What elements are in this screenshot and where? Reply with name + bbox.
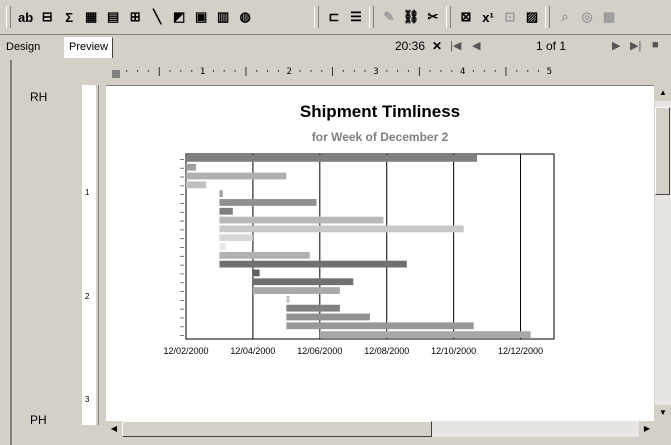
x-tick-label: 12/08/2000 [364,346,409,356]
report-title: Shipment Timliness [299,102,461,121]
tab-design[interactable]: Design [2,38,44,56]
toolbox-group: ab ⊟ Σ ▦ ▤ ⊞ ╲ ◩ ▣ ▥ ◍ [4,4,256,30]
last-page-icon[interactable]: ▶| [630,39,641,52]
scroll-left-icon[interactable]: ◀ [106,421,122,437]
time-readout: 20:36 [395,39,426,53]
gantt-bar [252,287,340,294]
list-box-icon[interactable]: ⊟ [37,7,57,27]
gantt-bar [219,199,317,206]
vertical-ruler: 1 2 3 [82,85,96,425]
gantt-bar [252,269,260,277]
x-tick-label: 12/10/2000 [431,346,476,356]
prev-page-icon[interactable]: ◀ [472,39,480,52]
vruler-label: 2 [85,292,90,301]
ruler-marks: · · · | · · · 1 · · · | · · · 2 · · · | … [124,67,553,77]
vruler-label: 3 [85,395,90,404]
search-icon[interactable]: ◎ [577,7,597,27]
link-icon[interactable]: ⛓ [401,7,421,27]
field-icon[interactable]: x¹ [478,7,498,27]
gantt-bar [286,313,370,321]
band-labels: RH PH [14,85,78,430]
toolbar-grip[interactable] [314,6,319,28]
gantt-bar [219,243,227,250]
gantt-bar [286,304,340,312]
gantt-bar [219,190,223,198]
toolbar-separator [369,6,374,28]
gantt-bar [219,216,384,224]
toolbar-separator [446,6,451,28]
gantt-bar [252,278,354,286]
gantt-chart: 12/02/2000 12/04/2000 12/06/2000 12/08/2000… [163,153,555,356]
gantt-bar [319,331,531,338]
gantt-bar [219,225,464,233]
gantt-bar [219,234,253,242]
scroll-down-icon[interactable]: ▼ [655,405,671,421]
stop-icon[interactable]: ✕ [432,39,442,53]
gantt-bar [286,322,474,330]
gantt-bar [186,155,478,162]
layout-icon[interactable]: ⊡ [500,7,520,27]
report-page: Shipment Timliness for Week of December … [106,85,654,424]
layout-group: ⊏ ☰ ✎ ⛓ ✂ ⊠ x¹ ⊡ ▨ ⌕ ◎ ▩ [312,4,620,30]
toolbar-separator [545,6,550,28]
tools-icon[interactable]: ✂ [423,7,443,27]
gantt-bar [186,181,207,189]
vertical-scrollbar[interactable]: ▲ ▼ [655,85,671,421]
next-page-icon[interactable]: ▶ [612,39,620,52]
settings-icon[interactable]: ▩ [599,7,619,27]
subreport-icon[interactable]: ⊞ [125,7,145,27]
query-icon[interactable]: ⊠ [456,7,476,27]
text-box-icon[interactable]: ab [16,7,35,27]
map-icon[interactable]: ◍ [235,7,255,27]
group-icon[interactable]: ⊏ [324,7,344,27]
chart-icon[interactable]: ▥ [213,7,233,27]
page-break-icon[interactable]: ☰ [346,7,366,27]
view-tab-bar: Design Preview 20:36 ✕ |◀ ◀ 1 of 1 ▶ ▶| … [0,35,671,59]
pen-icon[interactable]: ✎ [379,7,399,27]
horizontal-scrollbar[interactable]: ◀ ▶ [106,421,655,437]
vertical-scroll-thumb[interactable] [655,107,670,195]
page-indicator: 1 of 1 [536,39,567,53]
x-tick-label: 12/06/2000 [297,346,342,356]
gantt-bar [219,207,233,215]
gantt-bar [219,251,310,259]
scroll-up-icon[interactable]: ▲ [655,85,671,101]
line-icon[interactable]: ╲ [147,7,167,27]
report-subtitle: for Week of December 2 [311,130,449,144]
edit-icon[interactable]: ⌕ [555,7,575,27]
x-tick-label: 12/02/2000 [163,346,208,356]
gantt-bar [219,260,407,268]
horizontal-scroll-thumb[interactable] [122,421,432,437]
gantt-bar [186,172,287,180]
band-label-page-header[interactable]: PH [30,413,47,427]
plot-area [185,153,555,340]
vruler-label: 1 [85,188,90,197]
stop-nav-icon[interactable]: ■ [652,39,659,51]
x-tick-label: 12/04/2000 [230,346,275,356]
picture-icon[interactable]: ▣ [191,7,211,27]
first-page-icon[interactable]: |◀ [450,39,461,52]
horizontal-ruler: · · · | · · · 1 · · · | · · · 2 · · · | … [106,67,666,81]
gantt-bar [286,295,290,303]
tab-preview[interactable]: Preview [64,37,114,58]
report-icon[interactable]: ▨ [522,7,542,27]
scroll-right-icon[interactable]: ▶ [639,421,655,437]
sum-icon[interactable]: Σ [59,7,79,27]
gantt-bar [186,163,197,171]
band-label-report-header[interactable]: RH [30,90,47,104]
x-tick-label: 12/12/2000 [498,346,543,356]
ruler-origin-marker [112,70,120,78]
shape-icon[interactable]: ◩ [169,7,189,27]
grid-icon[interactable]: ▤ [103,7,123,27]
report-toolbar: ab ⊟ Σ ▦ ▤ ⊞ ╲ ◩ ▣ ▥ ◍ ⊏ ☰ ✎ ⛓ ✂ ⊠ x¹ ⊡ … [0,0,671,35]
toolbar-grip[interactable] [6,6,11,28]
table-icon[interactable]: ▦ [81,7,101,27]
